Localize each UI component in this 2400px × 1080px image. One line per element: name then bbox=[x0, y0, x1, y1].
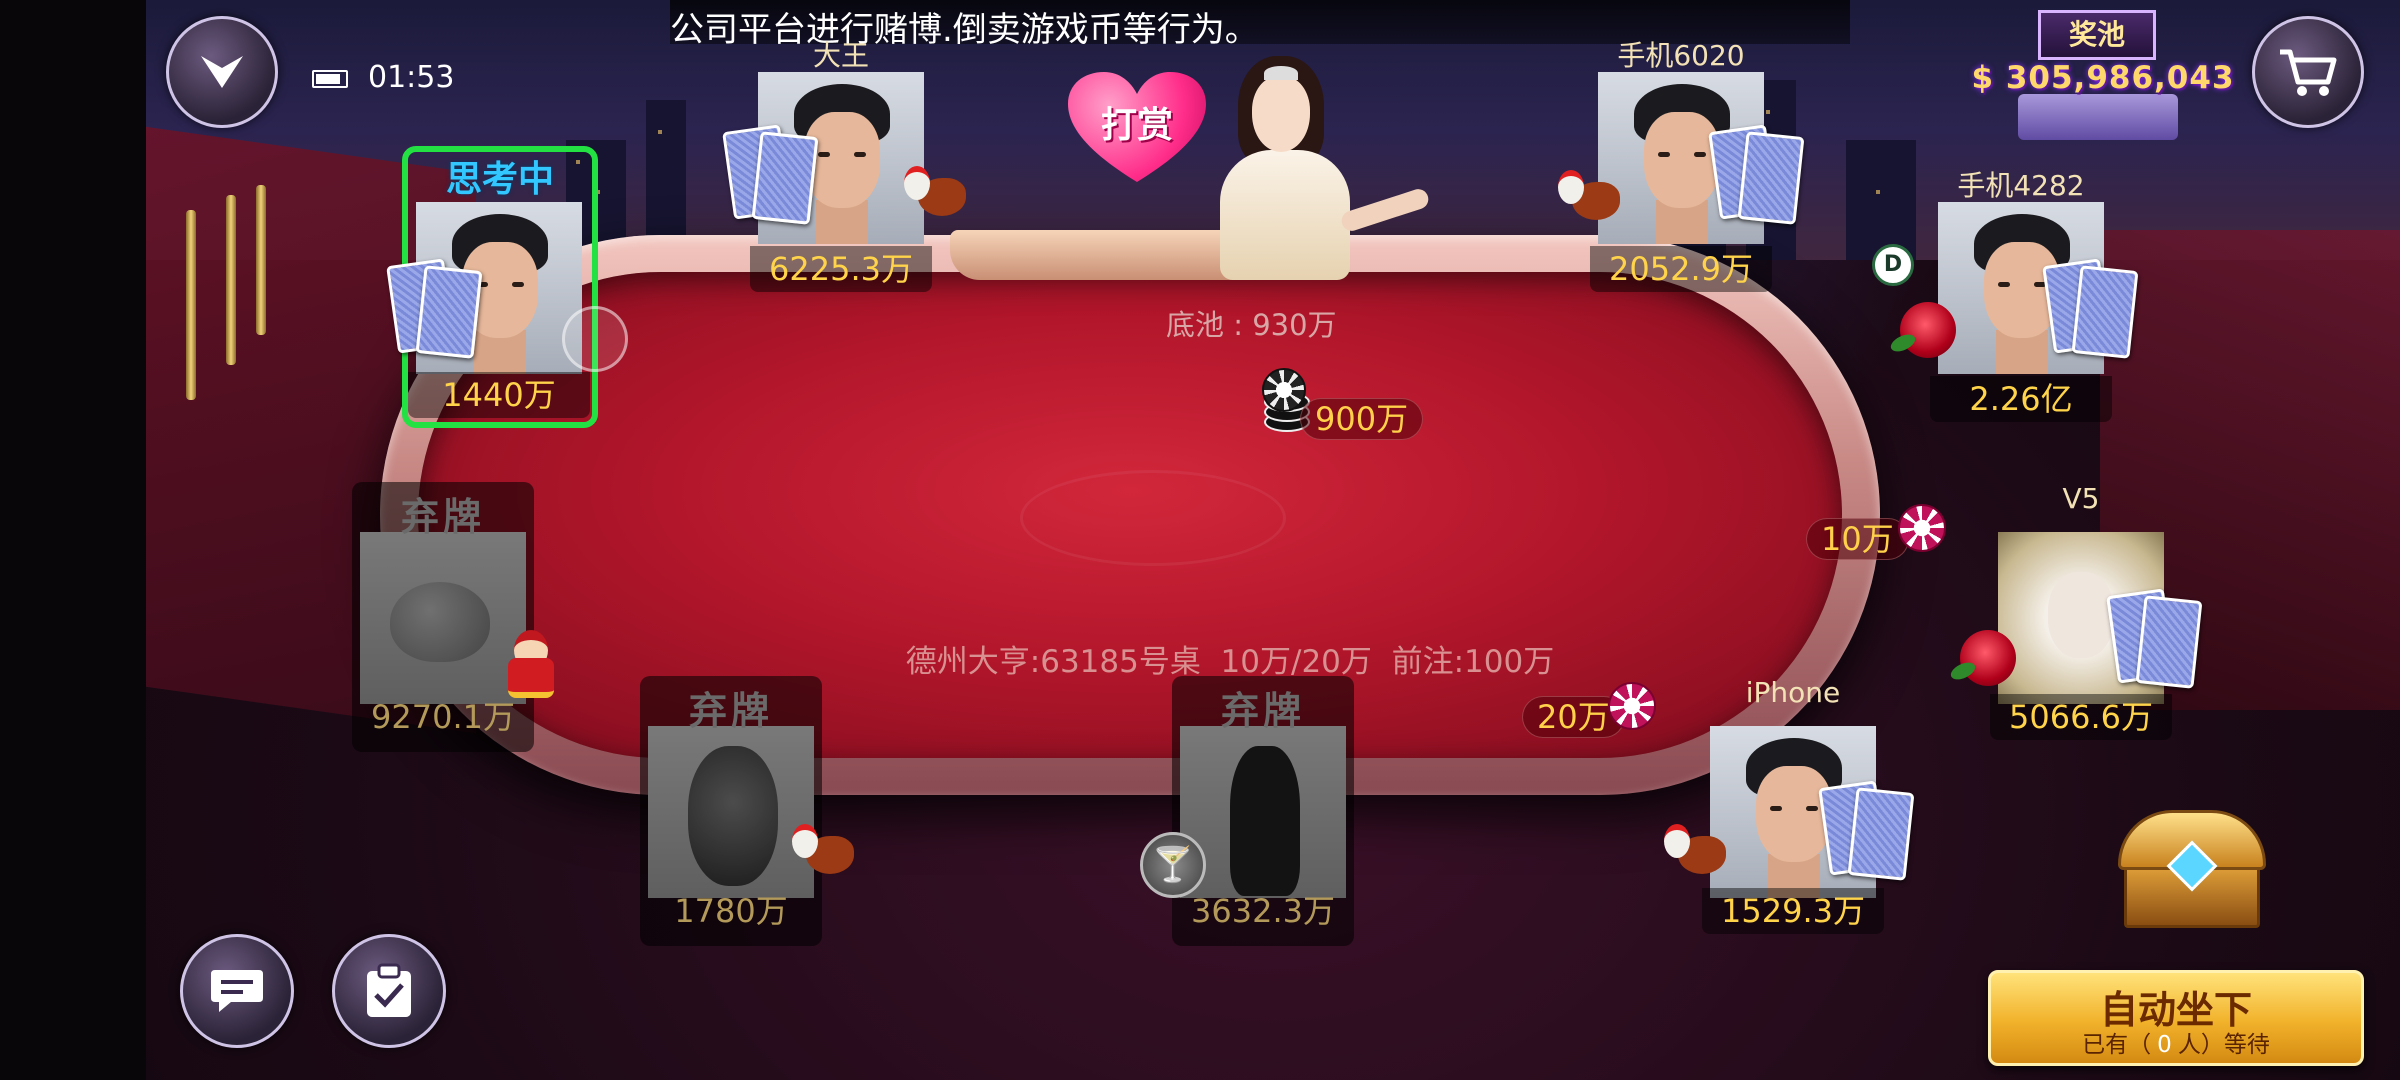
jackpot-title: 奖池 bbox=[2038, 10, 2156, 60]
chevron-down-icon bbox=[201, 56, 243, 88]
cocktail-icon[interactable]: 🍸 bbox=[1140, 832, 1206, 898]
player-chips: 6225.3万 bbox=[750, 246, 932, 292]
cart-icon bbox=[2280, 49, 2337, 96]
player-name: 手机6020 bbox=[1617, 39, 1745, 72]
player-chips: 2052.9万 bbox=[1590, 246, 1772, 292]
pot-bet-amount: 900万 bbox=[1300, 398, 1424, 440]
tip-label: 打赏 bbox=[1100, 105, 1173, 146]
hole-cards bbox=[722, 124, 819, 225]
action-hint-icon[interactable] bbox=[562, 306, 628, 372]
waiting-count: 0 bbox=[2157, 1032, 2172, 1058]
dealer-button-icon: D bbox=[1872, 244, 1914, 286]
clipboard-check-icon bbox=[367, 963, 411, 1017]
shop-button[interactable] bbox=[2252, 16, 2364, 128]
fold-label: 弃牌 bbox=[1220, 689, 1305, 733]
player-chips: 3632.3万 bbox=[1191, 892, 1335, 930]
auto-sit-button[interactable]: 自动坐下 已有（ 0 人）等待 bbox=[1988, 970, 2364, 1066]
rooster-emoji-icon bbox=[788, 818, 858, 878]
waiting-suffix: 人）等待 bbox=[2177, 1032, 2270, 1058]
hole-cards bbox=[2106, 588, 2203, 689]
battery-icon bbox=[312, 70, 348, 88]
player-name: iPhone bbox=[1745, 676, 1841, 709]
fold-label: 弃牌 bbox=[400, 495, 485, 539]
rooster-emoji-icon bbox=[1554, 164, 1624, 224]
table-logo bbox=[1020, 470, 1286, 566]
hole-cards bbox=[386, 258, 483, 359]
fortune-god-emoji-icon bbox=[500, 616, 560, 698]
rooster-emoji-icon bbox=[1660, 818, 1730, 878]
auto-sit-waiting: 已有（ 0 人）等待 bbox=[1991, 1025, 2361, 1059]
jackpot-panel[interactable]: 奖池 $ 305,986,043 bbox=[1968, 10, 2238, 140]
rope-post bbox=[226, 195, 236, 365]
chip-icon bbox=[1608, 682, 1656, 730]
player-chips: 1780万 bbox=[674, 892, 788, 930]
pot-total-label: 底池 : 930万 bbox=[1166, 308, 1337, 342]
fold-label: 弃牌 bbox=[688, 689, 773, 733]
bet-amount: 10万 bbox=[1806, 518, 1909, 560]
treasure-chest-icon[interactable] bbox=[2118, 810, 2266, 928]
hole-cards bbox=[2042, 258, 2139, 359]
player-chips: 2.26亿 bbox=[1930, 376, 2112, 422]
clock: 01:53 bbox=[368, 60, 455, 95]
rope-post bbox=[186, 210, 196, 400]
menu-button[interactable] bbox=[166, 16, 278, 128]
hole-cards bbox=[1708, 124, 1805, 225]
jackpot-amount: $ 305,986,043 bbox=[1971, 60, 2235, 96]
chip-icon bbox=[1898, 504, 1946, 552]
player-chips: 1529.3万 bbox=[1702, 888, 1884, 934]
player-name: 手机4282 bbox=[1957, 169, 2085, 202]
chat-button[interactable] bbox=[180, 934, 294, 1048]
rooster-emoji-icon bbox=[900, 160, 970, 220]
rose-emoji-icon bbox=[1900, 302, 1956, 358]
waiting-prefix: 已有（ bbox=[2082, 1032, 2152, 1058]
player-chips: 9270.1万 bbox=[371, 698, 515, 736]
table-info-text: 德州大亨:63185号桌 10万/20万 前注:100万 bbox=[905, 644, 1555, 680]
player-name: V5 bbox=[2062, 482, 2100, 515]
player-seat[interactable]: 弃牌 1780万 bbox=[640, 676, 822, 946]
player-name: 大王 bbox=[812, 39, 869, 72]
tasks-button[interactable] bbox=[332, 934, 446, 1048]
chat-icon bbox=[211, 970, 263, 1012]
rose-emoji-icon bbox=[1960, 630, 2016, 686]
rope-post bbox=[256, 185, 266, 335]
tip-dealer-button[interactable]: 打赏 bbox=[1068, 72, 1206, 184]
player-seat[interactable]: 弃牌 3632.3万 bbox=[1172, 676, 1354, 946]
jackpot-case-icon bbox=[2018, 94, 2178, 140]
player-chips: 5066.6万 bbox=[1990, 694, 2172, 740]
player-chips: 1440万 bbox=[408, 372, 590, 418]
hole-cards bbox=[1818, 780, 1915, 881]
